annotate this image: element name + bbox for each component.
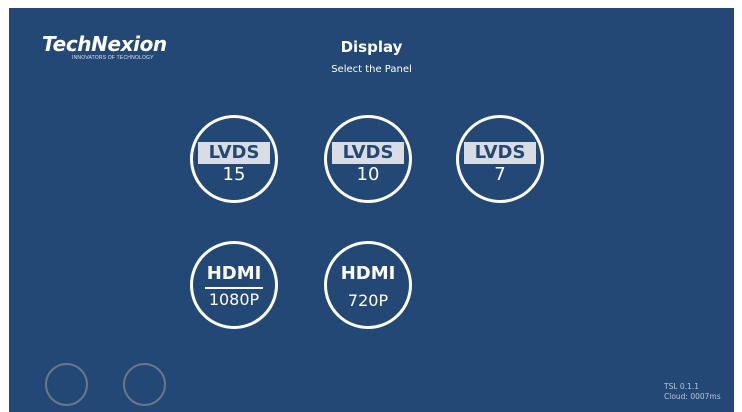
version-label: TSL 0.1.1: [664, 382, 699, 391]
circle-button-right[interactable]: [123, 363, 166, 406]
panel-button-hdmi-720p[interactable]: HDMI 720P: [324, 241, 412, 329]
panel-button-lvds-10[interactable]: LVDS 10: [324, 115, 412, 203]
panel-button-lvds-15[interactable]: LVDS 15: [190, 115, 278, 203]
panel-size-label: 7: [494, 164, 506, 185]
panel-type-label: LVDS: [198, 142, 270, 164]
cloud-latency-label: Cloud: 0007ms: [664, 392, 721, 401]
panel-type-label: LVDS: [464, 142, 536, 164]
page-title: Display: [340, 38, 403, 56]
panel-type-label: LVDS: [332, 142, 404, 164]
panel-resolution-label: 720P: [347, 291, 389, 310]
panel-button-lvds-7[interactable]: LVDS 7: [456, 115, 544, 203]
page-subtitle: Select the Panel: [331, 64, 412, 75]
circle-button-left[interactable]: [45, 363, 88, 406]
status-info: TSL 0.1.1 Cloud: 0007ms: [664, 382, 721, 402]
logo-tagline: INNOVATORS OF TECHNOLOGY: [72, 55, 154, 61]
panel-button-hdmi-1080p[interactable]: HDMI 1080P: [190, 241, 278, 329]
panel-type-label: HDMI: [340, 263, 396, 284]
panel-size-label: 15: [222, 164, 246, 185]
panel-type-label: HDMI: [206, 263, 262, 284]
panel-resolution-label: 1080P: [208, 290, 260, 309]
panel-size-label: 10: [356, 164, 380, 185]
display-screen: TechNexion INNOVATORS OF TECHNOLOGY Disp…: [9, 8, 734, 412]
label-divider: [205, 287, 263, 289]
